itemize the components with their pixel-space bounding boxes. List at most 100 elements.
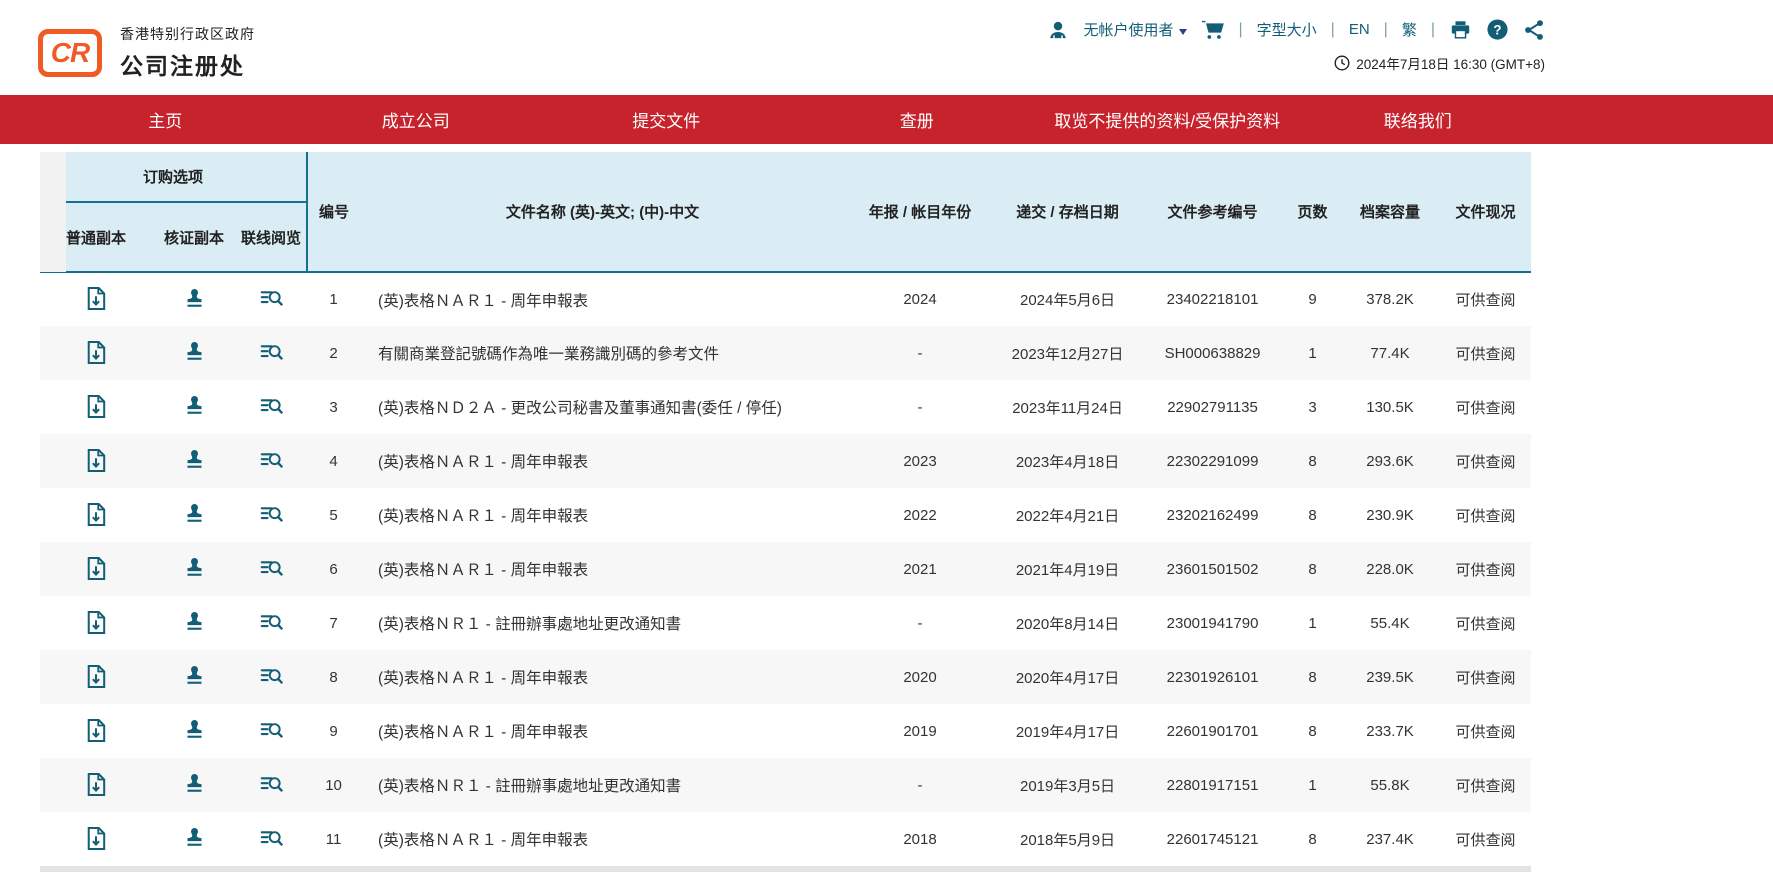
row-number: 9 (307, 704, 360, 758)
online-view-button[interactable] (254, 718, 290, 743)
certified-copy-button[interactable] (178, 608, 211, 636)
plain-copy-download-button[interactable] (80, 554, 112, 583)
col-pages: 页数 (1285, 152, 1340, 272)
online-view-button[interactable] (254, 826, 290, 851)
document-date: 2020年4月17日 (995, 650, 1140, 704)
certified-copy-button[interactable] (178, 554, 211, 582)
row-number: 3 (307, 380, 360, 434)
document-status: 可供查阅 (1440, 434, 1531, 488)
document-date: 2020年8月14日 (995, 596, 1140, 650)
online-view-button[interactable] (254, 394, 290, 419)
document-pages: 1 (1285, 326, 1340, 380)
online-view-button[interactable] (254, 610, 290, 635)
header-inset (40, 152, 66, 272)
document-date: 2021年4月19日 (995, 542, 1140, 596)
help-icon[interactable]: ? (1486, 18, 1509, 41)
col-year: 年报 / 帐目年份 (845, 152, 995, 272)
document-year: - (845, 596, 995, 650)
row-number: 6 (307, 542, 360, 596)
document-size: 228.0K (1340, 542, 1440, 596)
print-icon[interactable] (1449, 19, 1472, 41)
plain-copy-download-button[interactable] (80, 662, 112, 691)
table-row: 2 有關商業登記號碼作為唯一業務識別碼的參考文件 - 2023年12月27日 S… (40, 326, 1531, 380)
cart-icon[interactable] (1201, 19, 1225, 41)
cr-logo[interactable]: CR (38, 29, 102, 77)
documents-table: 订购选项 编号 文件名称 (英)-英文; (中)-中文 年报 / 帐目年份 递交… (40, 152, 1531, 866)
dept-title: 公司注册处 (120, 47, 255, 81)
document-name: (英)表格ＮＡＲ１ - 周年申報表 (360, 272, 845, 326)
nav-item[interactable]: 成立公司 (291, 107, 542, 132)
certified-copy-button[interactable] (178, 392, 211, 420)
share-icon[interactable] (1523, 19, 1545, 41)
nav-item[interactable]: 查册 (792, 107, 1043, 132)
online-view-button[interactable] (254, 556, 290, 581)
document-year: 2024 (845, 272, 995, 326)
document-name: (英)表格ＮＤ２Ａ - 更改公司秘書及董事通知書(委任 / 停任) (360, 380, 845, 434)
nav-item[interactable]: 主页 (40, 107, 291, 132)
document-size: 378.2K (1340, 272, 1440, 326)
certified-copy-button[interactable] (178, 338, 211, 366)
plain-copy-download-button[interactable] (80, 500, 112, 529)
document-size: 233.7K (1340, 704, 1440, 758)
document-pages: 3 (1285, 380, 1340, 434)
table-row: 4 (英)表格ＮＡＲ１ - 周年申報表 2023 2023年4月18日 2230… (40, 434, 1531, 488)
col-doc-name: 文件名称 (英)-英文; (中)-中文 (360, 152, 845, 272)
top-header: CR 香港特别行政区政府 公司注册处 无帐户使用者 | 字型大小 | EN | (0, 0, 1773, 95)
row-number: 10 (307, 758, 360, 812)
brand[interactable]: CR 香港特别行政区政府 公司注册处 (38, 10, 255, 95)
plain-copy-download-button[interactable] (80, 446, 112, 475)
row-number: 2 (307, 326, 360, 380)
document-year: 2020 (845, 650, 995, 704)
online-view-button[interactable] (254, 340, 290, 365)
lang-en-link[interactable]: EN (1349, 21, 1370, 38)
document-status: 可供查阅 (1440, 596, 1531, 650)
document-name: (英)表格ＮＡＲ１ - 周年申報表 (360, 704, 845, 758)
row-number: 5 (307, 488, 360, 542)
main-nav: 主页 成立公司 提交文件 查册 取览不提供的资料/受保护资料 联络我们 (0, 95, 1773, 144)
certified-copy-button[interactable] (178, 662, 211, 690)
document-pages: 8 (1285, 704, 1340, 758)
document-size: 55.8K (1340, 758, 1440, 812)
document-size: 230.9K (1340, 488, 1440, 542)
divider: | (1384, 21, 1388, 39)
table-row: 5 (英)表格ＮＡＲ１ - 周年申報表 2022 2022年4月21日 2320… (40, 488, 1531, 542)
certified-copy-button[interactable] (178, 716, 211, 744)
nav-item[interactable]: 联络我们 (1293, 107, 1544, 132)
plain-copy-download-button[interactable] (80, 608, 112, 637)
online-view-button[interactable] (254, 772, 290, 797)
certified-copy-button[interactable] (178, 824, 211, 852)
plain-copy-download-button[interactable] (80, 770, 112, 799)
nav-item[interactable]: 提交文件 (541, 107, 792, 132)
online-view-button[interactable] (254, 664, 290, 689)
plain-copy-download-button[interactable] (80, 338, 112, 367)
certified-copy-button[interactable] (178, 770, 211, 798)
online-view-button[interactable] (254, 502, 290, 527)
font-size-link[interactable]: 字型大小 (1257, 19, 1317, 40)
col-ref: 文件参考编号 (1140, 152, 1285, 272)
certified-copy-button[interactable] (178, 446, 211, 474)
plain-copy-download-button[interactable] (80, 284, 112, 313)
divider: | (1431, 21, 1435, 39)
document-ref: 23202162499 (1140, 488, 1285, 542)
document-pages: 8 (1285, 488, 1340, 542)
online-view-button[interactable] (254, 286, 290, 311)
gov-title: 香港特别行政区政府 (120, 24, 255, 44)
document-status: 可供查阅 (1440, 650, 1531, 704)
top-right: 无帐户使用者 | 字型大小 | EN | 繁 | ? (1047, 18, 1545, 95)
nav-item[interactable]: 取览不提供的资料/受保护资料 (1042, 107, 1293, 132)
online-view-button[interactable] (254, 448, 290, 473)
document-name: (英)表格ＮＡＲ１ - 周年申報表 (360, 812, 845, 866)
document-pages: 8 (1285, 434, 1340, 488)
plain-copy-download-button[interactable] (80, 824, 112, 853)
user-menu[interactable]: 无帐户使用者 (1083, 19, 1186, 40)
plain-copy-download-button[interactable] (80, 716, 112, 745)
col-no: 编号 (307, 152, 360, 272)
certified-copy-button[interactable] (178, 500, 211, 528)
lang-zh-link[interactable]: 繁 (1402, 19, 1417, 40)
document-year: - (845, 758, 995, 812)
document-ref: 23402218101 (1140, 272, 1285, 326)
plain-copy-download-button[interactable] (80, 392, 112, 421)
document-size: 77.4K (1340, 326, 1440, 380)
document-ref: 22301926101 (1140, 650, 1285, 704)
certified-copy-button[interactable] (178, 285, 211, 313)
